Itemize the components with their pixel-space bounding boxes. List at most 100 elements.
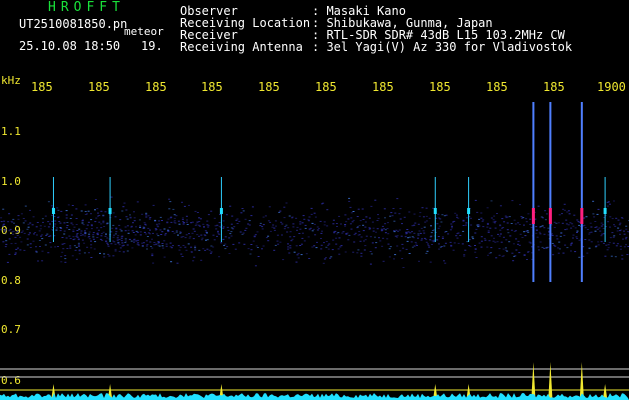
noise-dot xyxy=(371,242,374,244)
noise-dot xyxy=(505,217,508,219)
noise-dot xyxy=(398,213,401,215)
noise-dot xyxy=(428,246,431,248)
noise-dot xyxy=(570,227,573,229)
noise-dot xyxy=(498,254,501,256)
meteor-count: 19. xyxy=(141,39,163,53)
noise-dot xyxy=(596,213,599,215)
noise-dot xyxy=(566,211,569,213)
noise-dot xyxy=(452,221,454,223)
noise-dot xyxy=(501,255,504,257)
noise-dot xyxy=(78,249,81,251)
noise-dot xyxy=(501,227,503,229)
noise-dot xyxy=(607,247,610,249)
noise-dot xyxy=(588,233,591,235)
noise-dot xyxy=(618,224,621,226)
noise-dot xyxy=(545,213,548,215)
noise-dot xyxy=(566,247,569,249)
noise-dot xyxy=(311,246,314,248)
noise-dot xyxy=(598,227,601,229)
noise-dot xyxy=(118,250,121,252)
noise-dot xyxy=(542,217,544,219)
noise-dot xyxy=(168,226,171,228)
noise-dot xyxy=(607,244,610,246)
noise-dot xyxy=(503,221,506,223)
noise-dot xyxy=(412,237,415,239)
noise-dot xyxy=(142,242,145,244)
noise-dot xyxy=(196,234,199,236)
noise-dot xyxy=(600,222,603,224)
noise-dot xyxy=(402,267,405,268)
noise-dot xyxy=(124,242,127,243)
noise-dot xyxy=(336,233,339,235)
noise-dot xyxy=(578,239,581,241)
noise-dot xyxy=(541,246,544,248)
noise-dot xyxy=(80,230,83,232)
noise-dot xyxy=(98,215,101,216)
noise-dot xyxy=(296,226,299,228)
noise-dot xyxy=(348,234,351,236)
noise-dot xyxy=(316,229,319,231)
noise-dot xyxy=(368,217,371,219)
noise-dot xyxy=(47,226,50,228)
noise-dot xyxy=(374,236,376,238)
noise-dot xyxy=(60,210,63,212)
noise-dot xyxy=(330,256,333,258)
noise-dot xyxy=(116,239,119,241)
noise-dot xyxy=(87,221,90,223)
noise-dot xyxy=(254,234,257,236)
noise-dot xyxy=(104,211,107,213)
noise-dot xyxy=(387,243,390,245)
noise-dot xyxy=(625,225,628,227)
noise-dot xyxy=(12,218,15,220)
noise-dot xyxy=(170,247,173,249)
noise-dot xyxy=(47,221,50,223)
noise-dot xyxy=(90,240,92,242)
noise-dot xyxy=(295,261,298,263)
noise-dot xyxy=(105,233,107,235)
noise-dot xyxy=(8,230,11,232)
noise-dot xyxy=(287,243,289,245)
noise-dot xyxy=(304,227,307,229)
noise-dot xyxy=(205,239,207,241)
noise-dot xyxy=(543,247,546,249)
noise-dot xyxy=(141,213,144,215)
noise-dot xyxy=(216,235,218,237)
noise-dot xyxy=(44,244,47,246)
noise-dot xyxy=(158,245,161,247)
noise-dot xyxy=(99,252,101,254)
noise-dot xyxy=(289,245,292,247)
noise-dot xyxy=(169,246,172,248)
noise-dot xyxy=(145,212,148,214)
antenna-label: Receiving Antenna xyxy=(180,40,303,54)
noise-dot xyxy=(5,240,8,242)
noise-dot xyxy=(511,200,514,202)
noise-dot xyxy=(235,219,238,221)
noise-dot xyxy=(250,215,253,217)
noise-dot xyxy=(307,236,310,238)
noise-dot xyxy=(527,251,529,253)
noise-dot xyxy=(486,246,489,248)
noise-dot xyxy=(498,248,501,250)
noise-dot xyxy=(84,235,87,237)
noise-dot xyxy=(323,224,326,226)
noise-dot xyxy=(568,213,571,215)
noise-dot xyxy=(287,248,290,250)
noise-dot xyxy=(267,220,270,222)
noise-dot xyxy=(444,242,447,244)
noise-dot xyxy=(389,246,392,248)
noise-dot xyxy=(611,218,614,220)
noise-dot xyxy=(286,231,289,233)
noise-dot xyxy=(618,230,621,232)
noise-dot xyxy=(494,227,497,229)
noise-dot xyxy=(350,228,353,230)
noise-dot xyxy=(97,229,100,231)
noise-dot xyxy=(145,214,148,216)
noise-dot xyxy=(96,232,99,234)
noise-dot xyxy=(573,214,576,216)
noise-dot xyxy=(78,228,81,230)
noise-dot xyxy=(35,226,38,228)
noise-dot xyxy=(544,219,547,221)
noise-dot xyxy=(212,246,215,248)
noise-dot xyxy=(5,243,8,245)
noise-dot xyxy=(535,226,538,228)
